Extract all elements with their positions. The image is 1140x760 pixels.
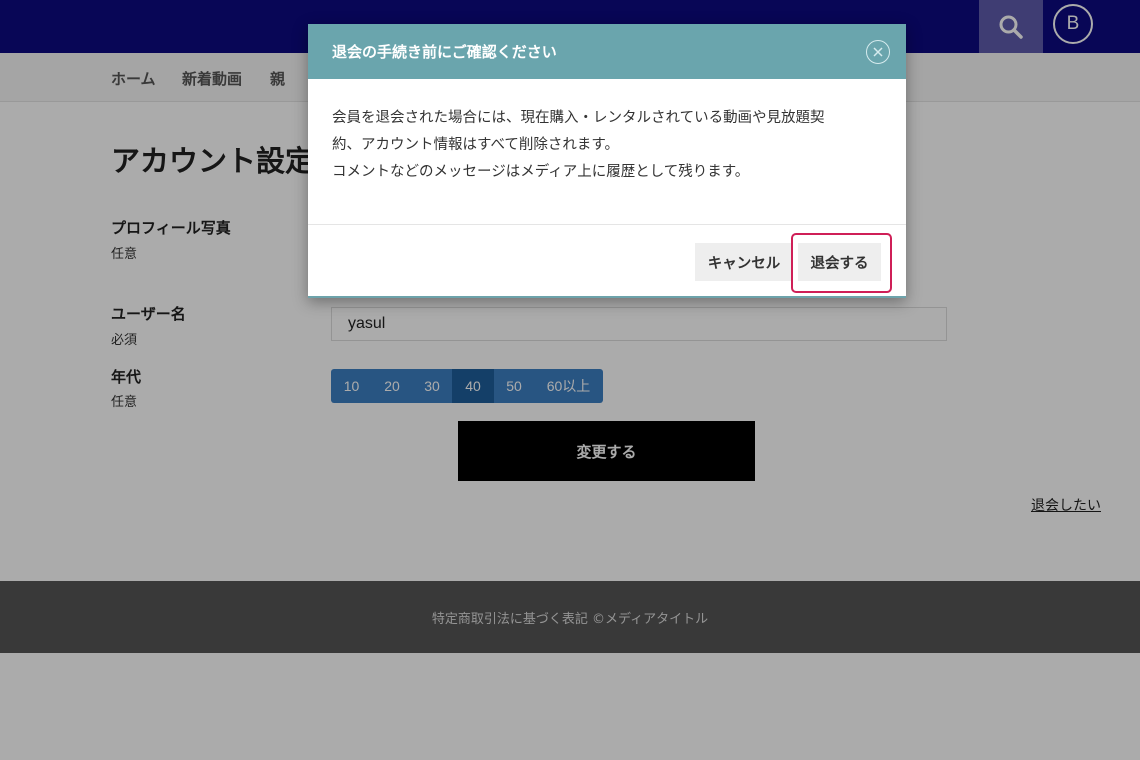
modal-body: 会員を退会された場合には、現在購入・レンタルされている動画や見放題契 約、アカウ… (308, 79, 906, 225)
modal-title: 退会の手続き前にご確認ください (332, 43, 557, 61)
confirm-withdraw-button[interactable]: 退会する (798, 243, 881, 281)
close-icon (873, 47, 883, 57)
withdraw-confirm-modal: 退会の手続き前にご確認ください 会員を退会された場合には、現在購入・レンタルされ… (308, 24, 906, 298)
modal-message-line-2: 約、アカウント情報はすべて削除されます。 (332, 137, 619, 153)
modal-message-line-3: コメントなどのメッセージはメディア上に履歴として残ります。 (332, 164, 750, 180)
modal-header: 退会の手続き前にご確認ください (308, 24, 906, 79)
modal-close-button[interactable] (866, 40, 890, 64)
modal-message-line-1: 会員を退会された場合には、現在購入・レンタルされている動画や見放題契 (332, 110, 825, 126)
cancel-button[interactable]: キャンセル (695, 243, 793, 281)
modal-footer: キャンセル 退会する (308, 225, 906, 296)
